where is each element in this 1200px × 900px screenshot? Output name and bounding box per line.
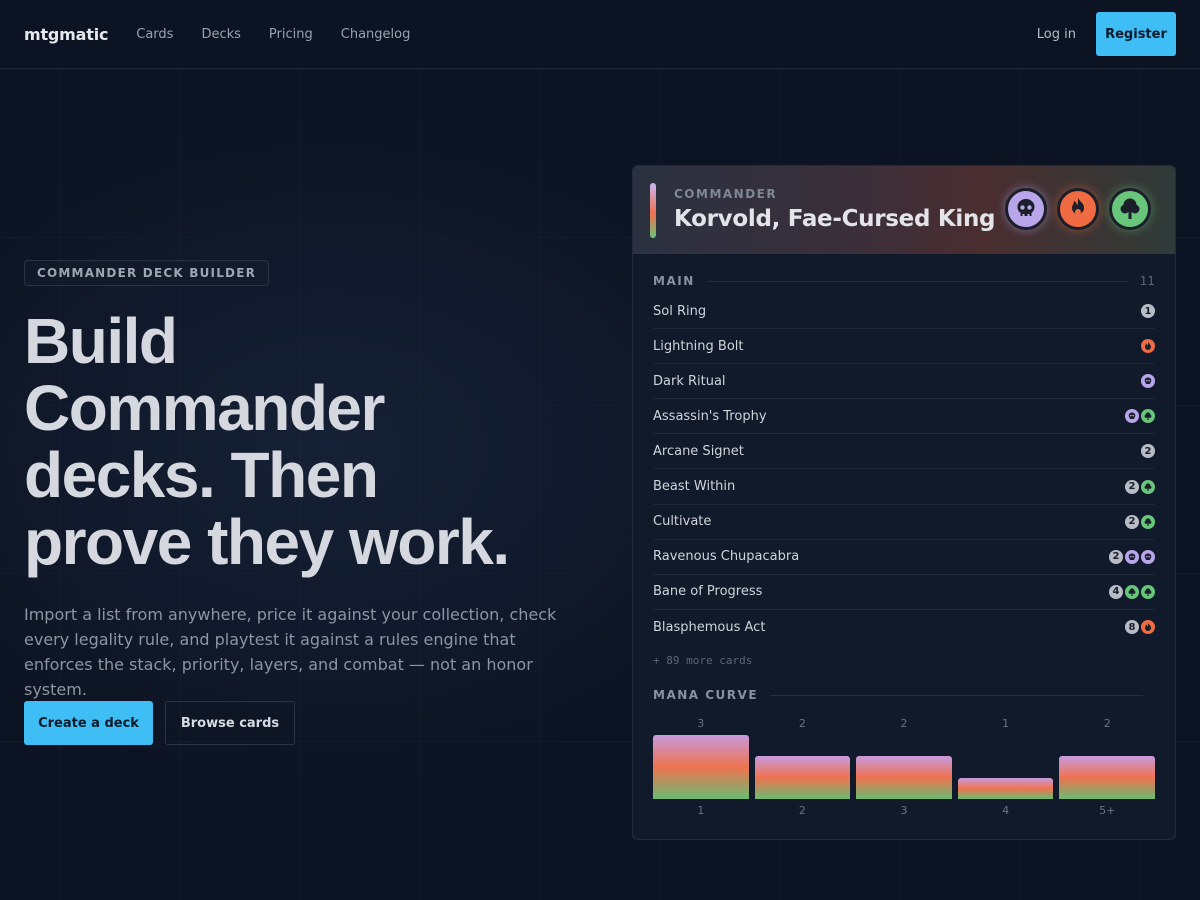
- section-divider: [770, 694, 1143, 696]
- mana-cost: 2: [1125, 479, 1155, 494]
- curve-bar[interactable]: [1059, 756, 1155, 799]
- card-name: Lightning Bolt: [653, 338, 744, 354]
- card-name: Cultivate: [653, 514, 712, 530]
- generic-mana-icon: 1: [1141, 304, 1155, 319]
- green-mana-icon: [1141, 584, 1155, 599]
- register-button[interactable]: Register: [1096, 12, 1176, 56]
- card-row[interactable]: Beast Within 2: [653, 469, 1155, 505]
- mana-cost: 4: [1109, 584, 1155, 599]
- card-row[interactable]: Assassin's Trophy: [653, 399, 1155, 435]
- mana-curve-header: MANA CURVE: [653, 688, 1155, 702]
- card-row[interactable]: Sol Ring 1: [653, 294, 1155, 330]
- black-mana-icon: [1125, 409, 1139, 424]
- hero-eyebrow-pill: COMMANDER DECK BUILDER: [24, 260, 270, 286]
- curve-bar-label: 3: [900, 804, 908, 817]
- top-nav: mtgmatic Cards Decks Pricing Changelog L…: [0, 0, 1200, 69]
- main-card-count: 11: [1139, 274, 1155, 288]
- curve-bar-value: 2: [798, 717, 806, 730]
- mana-cost: 2: [1141, 444, 1155, 459]
- card-row[interactable]: Arcane Signet 2: [653, 434, 1155, 470]
- generic-mana-icon: 8: [1125, 620, 1139, 635]
- black-mana-skull-icon: [1005, 188, 1047, 230]
- card-row[interactable]: Ravenous Chupacabra 2: [653, 540, 1155, 575]
- headline-line: decks. Then: [24, 439, 379, 511]
- generic-mana-icon: 2: [1125, 514, 1139, 529]
- curve-bar-label: 2: [798, 804, 806, 817]
- card-row[interactable]: Blasphemous Act 8: [653, 610, 1155, 645]
- mana-cost: 2: [1109, 549, 1155, 564]
- green-mana-tree-icon: [1109, 188, 1151, 230]
- card-row[interactable]: Cultivate 2: [653, 505, 1155, 540]
- card-name: Sol Ring: [653, 303, 707, 319]
- red-mana-icon: [1141, 339, 1155, 354]
- headline-line: prove they work.: [24, 506, 510, 578]
- green-mana-icon: [1141, 409, 1155, 424]
- deck-preview-panel: COMMANDER Korvold, Fae-Cursed King MAIN …: [632, 165, 1176, 840]
- curve-bar-label: 4: [1002, 804, 1010, 817]
- black-mana-icon: [1141, 374, 1155, 389]
- nav-link-pricing[interactable]: Pricing: [269, 27, 313, 42]
- green-mana-icon: [1141, 479, 1155, 494]
- commander-label: COMMANDER: [674, 187, 778, 201]
- card-name: Blasphemous Act: [653, 619, 766, 635]
- generic-mana-icon: 2: [1141, 444, 1155, 459]
- login-link[interactable]: Log in: [1037, 27, 1076, 42]
- card-name: Arcane Signet: [653, 443, 744, 459]
- hero-subtitle: Import a list from anywhere, price it ag…: [24, 605, 557, 699]
- red-mana-icon: [1141, 620, 1155, 635]
- curve-bar-value: 2: [1103, 717, 1111, 730]
- create-deck-button[interactable]: Create a deck: [24, 701, 153, 745]
- main-section-header: MAIN 11: [653, 274, 1155, 288]
- curve-bar-value: 2: [900, 717, 908, 730]
- curve-bar[interactable]: [754, 756, 851, 799]
- card-row[interactable]: Lightning Bolt: [653, 329, 1155, 365]
- headline-line: Commander: [24, 372, 385, 444]
- generic-mana-icon: 2: [1125, 479, 1139, 494]
- curve-bar-value: 1: [1002, 717, 1010, 730]
- hero-headline: Build Commander decks. Then prove they w…: [24, 308, 604, 576]
- curve-bar-value: 3: [697, 717, 705, 730]
- nav-link-decks[interactable]: Decks: [201, 27, 240, 42]
- curve-bar[interactable]: [957, 777, 1054, 799]
- black-mana-icon: [1125, 549, 1139, 564]
- red-mana-fire-icon: [1057, 188, 1099, 230]
- card-name: Dark Ritual: [653, 373, 726, 389]
- card-name: Ravenous Chupacabra: [653, 549, 800, 565]
- green-mana-icon: [1141, 514, 1155, 529]
- commander-header: COMMANDER Korvold, Fae-Cursed King: [633, 166, 1175, 254]
- card-name: Assassin's Trophy: [653, 408, 767, 424]
- mana-curve-title: MANA CURVE: [653, 688, 759, 702]
- mana-cost: 8: [1125, 620, 1155, 635]
- curve-bar-label: 5+: [1099, 804, 1116, 817]
- card-name: Bane of Progress: [653, 584, 763, 600]
- headline-line: Build: [24, 305, 178, 377]
- card-name: Beast Within: [653, 479, 736, 495]
- generic-mana-icon: 4: [1109, 584, 1123, 599]
- curve-bar[interactable]: [653, 735, 749, 799]
- section-divider: [706, 280, 1128, 282]
- mana-cost: [1141, 374, 1155, 389]
- mana-cost: 1: [1141, 304, 1155, 319]
- main-section-title: MAIN: [653, 274, 695, 288]
- mana-cost: 2: [1125, 514, 1155, 529]
- card-row[interactable]: Dark Ritual: [653, 364, 1155, 400]
- mana-cost: [1141, 339, 1155, 354]
- nav-link-cards[interactable]: Cards: [136, 27, 173, 42]
- mana-cost: [1125, 409, 1155, 424]
- nav-link-changelog[interactable]: Changelog: [341, 27, 411, 42]
- card-row[interactable]: Bane of Progress 4: [653, 575, 1155, 610]
- curve-bar[interactable]: [856, 756, 952, 799]
- card-list: Sol Ring 1 Lightning Bolt Dark Ritual Assass…: [653, 294, 1155, 645]
- commander-color-bar: [650, 183, 656, 238]
- curve-bar-label: 1: [697, 804, 705, 817]
- brand-logo[interactable]: mtgmatic: [24, 25, 108, 44]
- more-cards-link[interactable]: + 89 more cards: [653, 654, 752, 667]
- generic-mana-icon: 2: [1109, 549, 1123, 564]
- green-mana-icon: [1125, 584, 1139, 599]
- black-mana-icon: [1141, 549, 1155, 564]
- commander-name[interactable]: Korvold, Fae-Cursed King: [674, 206, 995, 232]
- browse-cards-button[interactable]: Browse cards: [165, 701, 295, 745]
